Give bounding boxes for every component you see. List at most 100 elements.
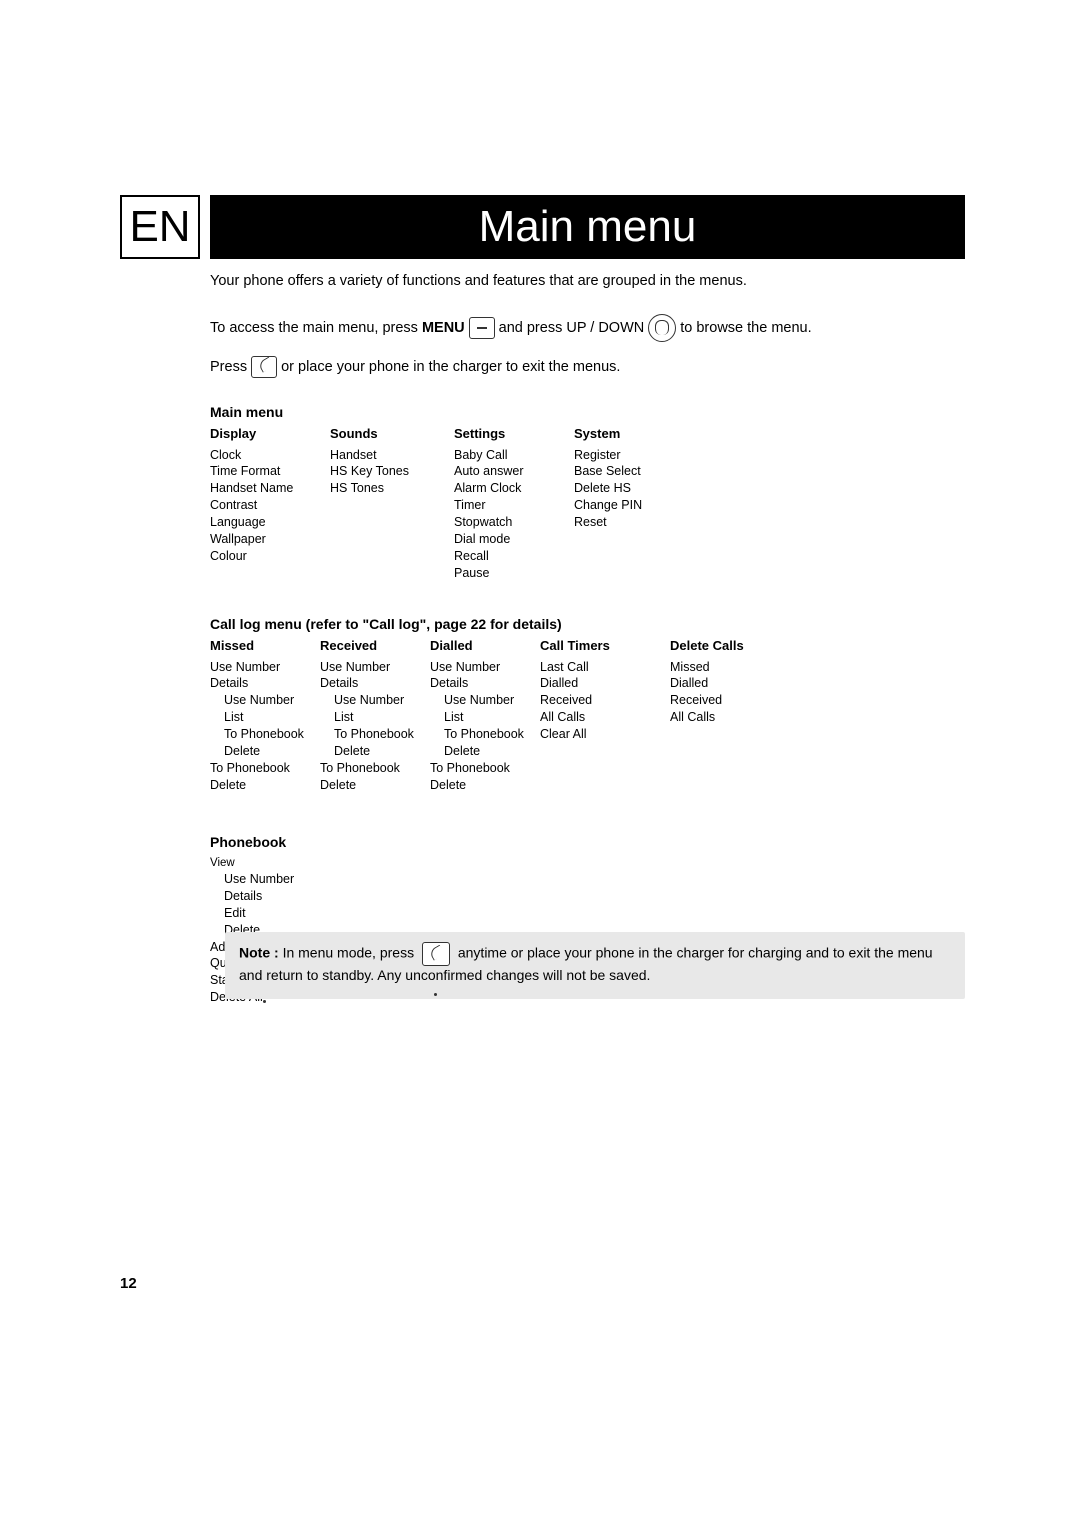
item: Details bbox=[430, 675, 540, 692]
col-head: Call Timers bbox=[540, 638, 670, 653]
note-lead: Note : bbox=[239, 945, 279, 961]
col-head: System bbox=[574, 426, 694, 441]
item: To Phonebook bbox=[320, 760, 430, 777]
item: Time Format bbox=[210, 463, 330, 480]
col-items: Handset HS Key Tones HS Tones bbox=[330, 447, 454, 498]
item: Received bbox=[670, 692, 790, 709]
col-head: Delete Calls bbox=[670, 638, 790, 653]
item: Dialled bbox=[670, 675, 790, 692]
item: Delete bbox=[210, 743, 320, 760]
text: To access the main menu, press bbox=[210, 320, 418, 336]
item: Use Number bbox=[430, 659, 540, 676]
menu-col-system: System Register Base Select Delete HS Ch… bbox=[574, 426, 694, 582]
calllog-columns: Missed Use Number Details Use Number Lis… bbox=[210, 638, 965, 794]
hangup-key-icon bbox=[251, 356, 277, 378]
menu-col-settings: Settings Baby Call Auto answer Alarm Clo… bbox=[454, 426, 574, 582]
item: To Phonebook bbox=[210, 726, 320, 743]
item: Use Number bbox=[320, 659, 430, 676]
menu-label: MENU bbox=[422, 320, 465, 336]
item: Details bbox=[320, 675, 430, 692]
main-menu-columns: Display Clock Time Format Handset Name C… bbox=[210, 426, 965, 582]
item: Use Number bbox=[210, 659, 320, 676]
note-box: Note : In menu mode, press anytime or pl… bbox=[225, 932, 965, 999]
note-text-a: In menu mode, press bbox=[283, 945, 418, 961]
col-items: Baby Call Auto answer Alarm Clock Timer … bbox=[454, 447, 574, 582]
content: Your phone offers a variety of functions… bbox=[210, 272, 965, 1006]
item: Dialled bbox=[540, 675, 670, 692]
item: Language bbox=[210, 514, 330, 531]
col-head: Display bbox=[210, 426, 330, 441]
item: Delete bbox=[210, 777, 320, 794]
language-badge: EN bbox=[120, 195, 200, 259]
item: Pause bbox=[454, 565, 574, 582]
item: All Calls bbox=[540, 709, 670, 726]
item: Use Number bbox=[430, 692, 540, 709]
item: Handset Name bbox=[210, 480, 330, 497]
item: Delete bbox=[430, 743, 540, 760]
text: Press bbox=[210, 359, 247, 375]
item: Register bbox=[574, 447, 694, 464]
item: View bbox=[210, 856, 965, 872]
item: HS Key Tones bbox=[330, 463, 454, 480]
item: HS Tones bbox=[330, 480, 454, 497]
item: Missed bbox=[670, 659, 790, 676]
phonebook-heading: Phonebook bbox=[210, 834, 965, 850]
menu-col-sounds: Sounds Handset HS Key Tones HS Tones bbox=[330, 426, 454, 582]
hangup-key-icon bbox=[422, 942, 450, 966]
calllog-col-received: Received Use Number Details Use Number L… bbox=[320, 638, 430, 794]
page-number: 12 bbox=[120, 1275, 137, 1292]
item: Baby Call bbox=[454, 447, 574, 464]
col-items: Use Number Details Use Number List To Ph… bbox=[210, 659, 320, 794]
item: Base Select bbox=[574, 463, 694, 480]
item: Delete HS bbox=[574, 480, 694, 497]
col-head: Settings bbox=[454, 426, 574, 441]
item: To Phonebook bbox=[430, 760, 540, 777]
item: To Phonebook bbox=[430, 726, 540, 743]
page: EN Main menu Your phone offers a variety… bbox=[0, 0, 1080, 1528]
updown-key-icon bbox=[648, 314, 676, 342]
item: Delete bbox=[320, 743, 430, 760]
item: To Phonebook bbox=[320, 726, 430, 743]
item: List bbox=[430, 709, 540, 726]
text: and press UP / DOWN bbox=[499, 320, 645, 336]
col-items: Use Number Details Use Number List To Ph… bbox=[320, 659, 430, 794]
calllog-col-timers: Call Timers Last Call Dialled Received A… bbox=[540, 638, 670, 794]
item: Wallpaper bbox=[210, 531, 330, 548]
item: Change PIN bbox=[574, 497, 694, 514]
item: Auto answer bbox=[454, 463, 574, 480]
item: Received bbox=[540, 692, 670, 709]
item: All Calls bbox=[670, 709, 790, 726]
item: Timer bbox=[454, 497, 574, 514]
calllog-col-missed: Missed Use Number Details Use Number Lis… bbox=[210, 638, 320, 794]
col-items: Missed Dialled Received All Calls bbox=[670, 659, 790, 727]
col-items: Last Call Dialled Received All Calls Cle… bbox=[540, 659, 670, 743]
col-head: Dialled bbox=[430, 638, 540, 653]
item: Use Number bbox=[320, 692, 430, 709]
col-head: Missed bbox=[210, 638, 320, 653]
col-head: Sounds bbox=[330, 426, 454, 441]
text: or place your phone in the charger to ex… bbox=[281, 359, 620, 375]
item: Delete bbox=[320, 777, 430, 794]
access-instruction: To access the main menu, press MENU and … bbox=[210, 314, 965, 342]
language-code: EN bbox=[129, 202, 190, 252]
item: To Phonebook bbox=[210, 760, 320, 777]
item: Use Number bbox=[210, 692, 320, 709]
col-items: Use Number Details Use Number List To Ph… bbox=[430, 659, 540, 794]
calllog-heading: Call log menu (refer to "Call log", page… bbox=[210, 616, 965, 632]
main-menu-heading: Main menu bbox=[210, 404, 965, 420]
item: List bbox=[210, 709, 320, 726]
page-title: Main menu bbox=[479, 202, 697, 252]
item: Reset bbox=[574, 514, 694, 531]
item: Clear All bbox=[540, 726, 670, 743]
calllog-col-delete: Delete Calls Missed Dialled Received All… bbox=[670, 638, 790, 794]
menu-key-icon bbox=[469, 317, 495, 339]
col-head: Received bbox=[320, 638, 430, 653]
item: Last Call bbox=[540, 659, 670, 676]
item: Handset bbox=[330, 447, 454, 464]
col-items: Register Base Select Delete HS Change PI… bbox=[574, 447, 694, 531]
item: Recall bbox=[454, 548, 574, 565]
item: Dial mode bbox=[454, 531, 574, 548]
col-items: Clock Time Format Handset Name Contrast … bbox=[210, 447, 330, 565]
item: Clock bbox=[210, 447, 330, 464]
item: Alarm Clock bbox=[454, 480, 574, 497]
